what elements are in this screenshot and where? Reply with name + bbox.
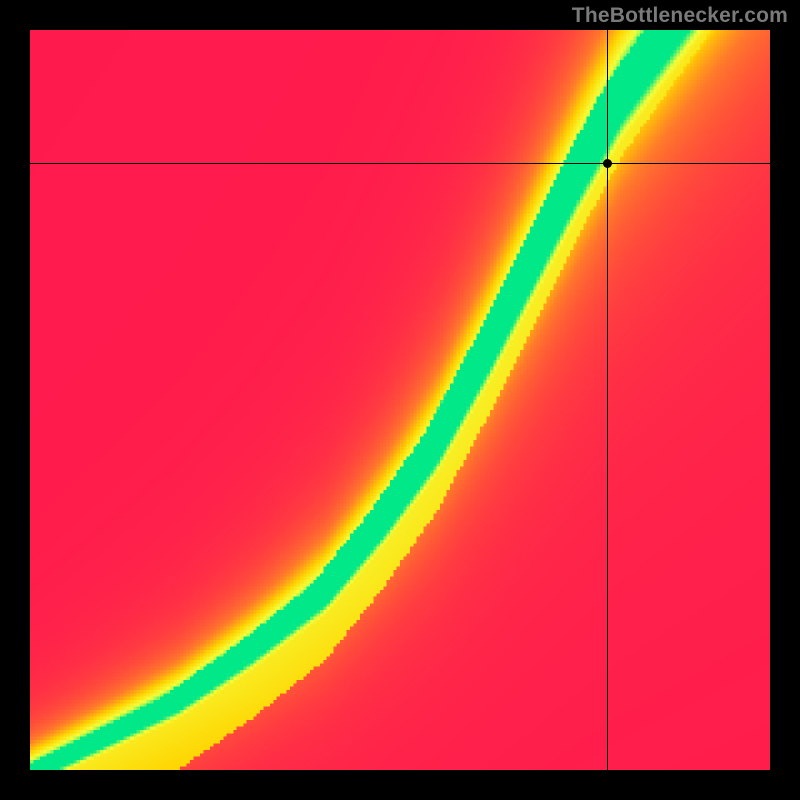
chart-root: TheBottlenecker.com	[0, 0, 800, 800]
marker-point	[603, 159, 612, 168]
crosshair-horizontal	[30, 163, 770, 164]
watermark-text: TheBottlenecker.com	[572, 4, 788, 28]
heatmap-canvas	[30, 30, 770, 770]
crosshair-vertical	[607, 30, 608, 770]
